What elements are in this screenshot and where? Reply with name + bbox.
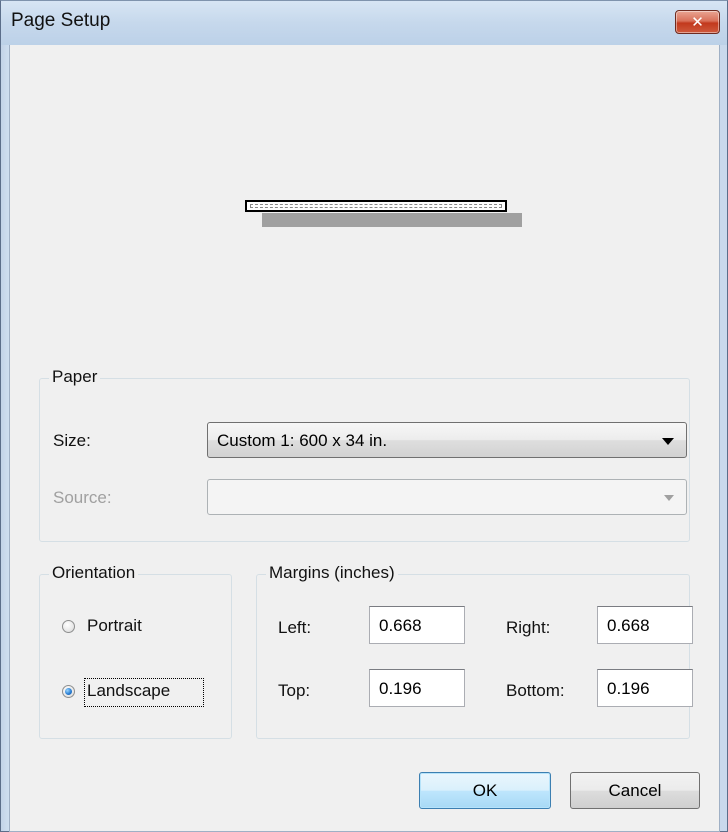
size-select[interactable]: Custom 1: 600 x 34 in. xyxy=(207,422,687,458)
radio-landscape-label: Landscape xyxy=(87,681,171,700)
size-select-value: Custom 1: 600 x 34 in. xyxy=(217,431,388,450)
close-button[interactable]: ✕ xyxy=(675,10,720,34)
window-title: Page Setup xyxy=(11,10,111,31)
top-margin-label: Top: xyxy=(278,681,311,700)
size-label: Size: xyxy=(53,431,91,450)
bottom-margin-label: Bottom: xyxy=(506,681,565,700)
left-margin-input[interactable]: 0.668 xyxy=(369,606,465,644)
page-preview-margin xyxy=(250,204,502,208)
margins-group: Margins (inches) Left: 0.668 Right: 0.66… xyxy=(256,563,693,739)
chevron-down-icon xyxy=(664,495,674,501)
margins-group-label: Margins (inches) xyxy=(266,563,398,583)
top-margin-input[interactable]: 0.196 xyxy=(369,669,465,707)
radio-landscape[interactable]: Landscape xyxy=(62,678,222,707)
chevron-down-icon xyxy=(662,438,674,445)
page-preview-sheet xyxy=(245,200,507,212)
radio-portrait-label: Portrait xyxy=(87,616,142,635)
source-label: Source: xyxy=(53,488,112,507)
dialog-body: Paper Size: Custom 1: 600 x 34 in. Sourc… xyxy=(9,45,720,832)
right-margin-label: Right: xyxy=(506,618,551,637)
radio-portrait[interactable]: Portrait xyxy=(62,615,202,639)
left-margin-label: Left: xyxy=(278,618,312,637)
ok-button[interactable]: OK xyxy=(419,772,551,809)
close-icon: ✕ xyxy=(691,13,704,31)
paper-group-label: Paper xyxy=(49,367,101,387)
source-select xyxy=(207,479,687,515)
page-preview-shadow xyxy=(262,213,522,227)
radio-landscape-button[interactable] xyxy=(62,685,75,698)
left-margin-value: 0.668 xyxy=(379,616,422,635)
radio-portrait-button[interactable] xyxy=(62,620,75,633)
orientation-group: Orientation Portrait Landscape xyxy=(39,563,232,739)
cancel-button[interactable]: Cancel xyxy=(570,772,700,809)
top-margin-value: 0.196 xyxy=(379,679,422,698)
title-bar[interactable]: Page Setup ✕ xyxy=(1,1,727,45)
page-preview xyxy=(10,45,719,357)
bottom-margin-value: 0.196 xyxy=(607,679,650,698)
bottom-margin-input[interactable]: 0.196 xyxy=(597,669,693,707)
right-margin-input[interactable]: 0.668 xyxy=(597,606,693,644)
page-setup-dialog: Page Setup ✕ Paper Size: Custom 1: 600 x… xyxy=(0,0,728,832)
right-margin-value: 0.668 xyxy=(607,616,650,635)
orientation-group-label: Orientation xyxy=(49,563,139,583)
paper-group: Paper Size: Custom 1: 600 x 34 in. Sourc… xyxy=(39,367,690,542)
